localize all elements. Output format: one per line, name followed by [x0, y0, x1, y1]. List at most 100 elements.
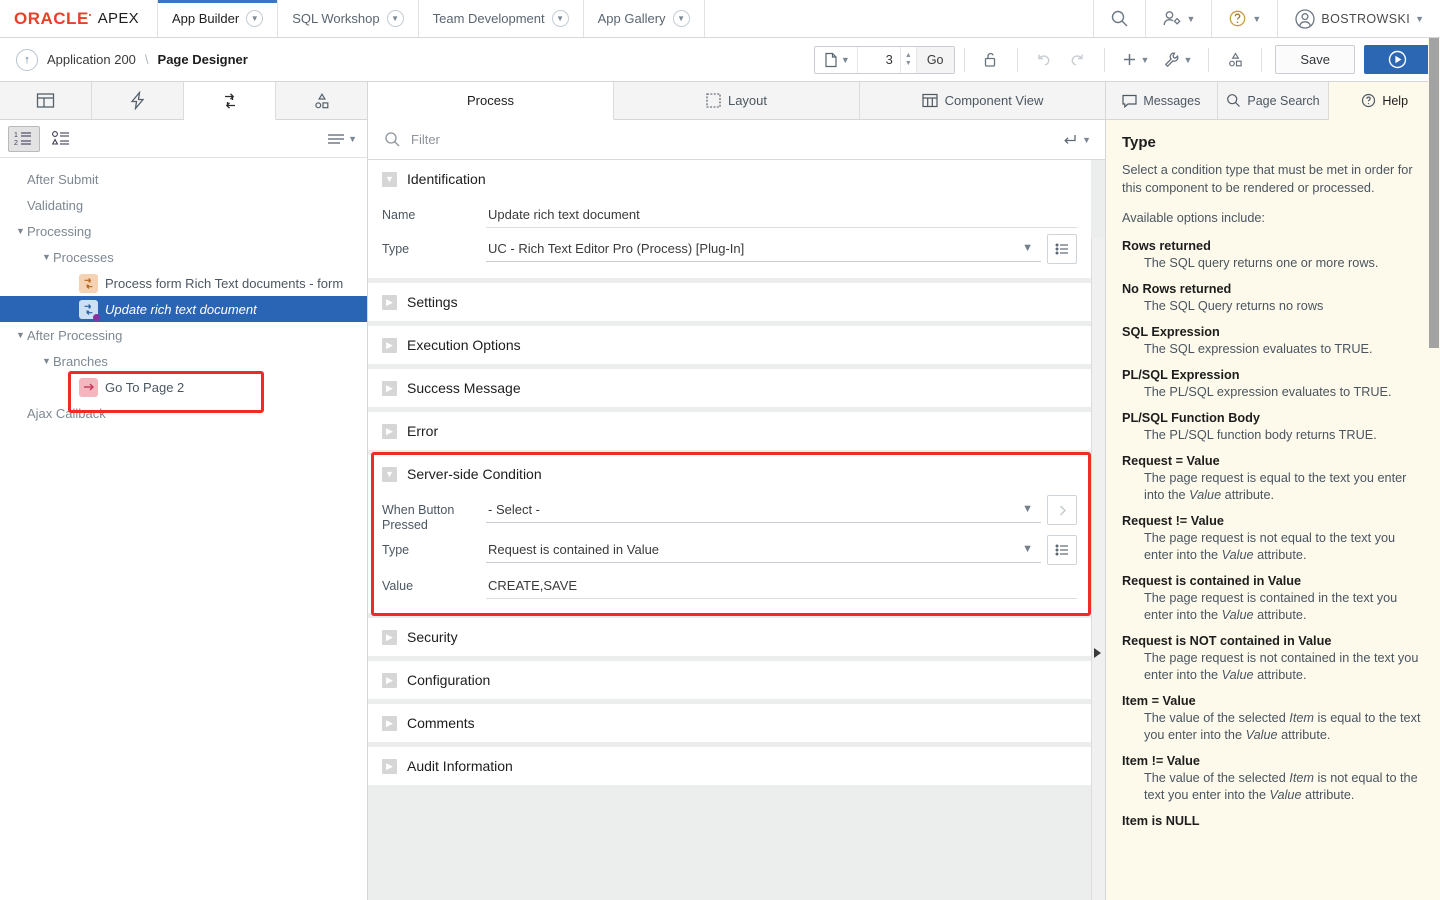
- tab-process[interactable]: Process: [368, 82, 614, 120]
- tree-item[interactable]: ▼Branches: [0, 348, 367, 374]
- property-input[interactable]: CREATE,SAVE: [486, 569, 1077, 599]
- save-button[interactable]: Save: [1275, 45, 1355, 74]
- nav-tab-team-development[interactable]: Team Development ▼: [419, 0, 584, 37]
- property-section-header[interactable]: ▶Comments: [368, 704, 1091, 742]
- user-menu[interactable]: BOSTROWSKI ▼: [1278, 0, 1440, 37]
- tree-item[interactable]: Validating: [0, 192, 367, 218]
- help-scrollbar[interactable]: [1428, 38, 1440, 900]
- chevron-right-icon[interactable]: ▶: [382, 424, 397, 439]
- go-button[interactable]: Go: [917, 47, 954, 73]
- breadcrumb-application[interactable]: Application 200: [47, 52, 136, 67]
- add-component-button[interactable]: ▼: [1114, 45, 1157, 75]
- property-input[interactable]: Update rich text document: [486, 198, 1077, 228]
- property-section-header[interactable]: ▶Security: [368, 618, 1091, 656]
- undo-button[interactable]: [1027, 45, 1061, 75]
- property-editor-scrollbar[interactable]: [1091, 238, 1105, 900]
- left-tab-page-shared-components[interactable]: [276, 82, 367, 119]
- page-number-stepper[interactable]: ▲ ▼: [900, 47, 917, 73]
- account-switch-button[interactable]: ▼: [1146, 0, 1213, 37]
- chevron-down-icon[interactable]: ▼: [14, 330, 27, 340]
- sort-by-sequence-button[interactable]: 1 2: [8, 126, 40, 152]
- tree-item[interactable]: ▼Processes: [0, 244, 367, 270]
- property-section-header[interactable]: ▶Execution Options: [368, 326, 1091, 364]
- chevron-down-icon[interactable]: ▼: [552, 10, 569, 27]
- tree-item[interactable]: Process form Rich Text documents - form: [0, 270, 367, 296]
- chevron-right-icon[interactable]: ▶: [382, 295, 397, 310]
- redo-button[interactable]: [1061, 45, 1095, 75]
- filter-input[interactable]: Filter: [411, 132, 440, 147]
- chevron-down-icon[interactable]: ▼: [246, 10, 263, 27]
- nav-tab-app-gallery[interactable]: App Gallery ▼: [584, 0, 705, 37]
- chevron-down-icon[interactable]: ▼: [1415, 14, 1424, 24]
- tree-item[interactable]: ▼Processing: [0, 218, 367, 244]
- chevron-right-icon[interactable]: ▶: [382, 630, 397, 645]
- left-tab-dynamic-actions[interactable]: [92, 82, 184, 119]
- property-select[interactable]: Request is contained in Value▼: [486, 533, 1041, 563]
- nav-tab-app-builder[interactable]: App Builder ▼: [158, 0, 278, 37]
- chevron-down-icon[interactable]: ▼: [14, 226, 27, 236]
- property-select[interactable]: - Select -▼: [486, 493, 1041, 523]
- left-tab-rendering[interactable]: [0, 82, 92, 119]
- property-section-header[interactable]: ▼Server-side Condition: [368, 455, 1091, 493]
- chevron-down-icon[interactable]: ▼: [1022, 543, 1039, 555]
- list-options-button[interactable]: ▼: [327, 132, 357, 146]
- chevron-down-icon[interactable]: ▼: [1082, 135, 1091, 145]
- chevron-down-icon[interactable]: ▼: [382, 467, 397, 482]
- chevron-down-icon[interactable]: ▼: [841, 55, 850, 65]
- property-section-header[interactable]: ▶Success Message: [368, 369, 1091, 407]
- tree-item[interactable]: Ajax Callback: [0, 400, 367, 426]
- chevron-down-icon[interactable]: ▼: [40, 356, 53, 366]
- list-icon[interactable]: [1047, 535, 1077, 565]
- chevron-down-icon[interactable]: ▼: [1022, 242, 1039, 254]
- run-page-button[interactable]: [1364, 45, 1430, 74]
- up-arrow-circle-icon[interactable]: ↑: [16, 49, 38, 71]
- tab-messages[interactable]: Messages: [1106, 82, 1218, 119]
- tree-item[interactable]: Update rich text document: [0, 296, 367, 322]
- property-section: ▼Server-side ConditionWhen Button Presse…: [368, 455, 1091, 613]
- sort-alphabetical-button[interactable]: [46, 126, 78, 152]
- chevron-down-icon[interactable]: ▼: [40, 252, 53, 262]
- chevron-down-icon[interactable]: ▼: [1187, 14, 1196, 24]
- page-icon-dropdown[interactable]: ▼: [815, 47, 858, 73]
- chevron-down-icon[interactable]: ▼: [1141, 55, 1150, 65]
- property-section-header[interactable]: ▼Identification: [368, 160, 1091, 198]
- tab-component-view[interactable]: Component View: [860, 82, 1105, 119]
- chevron-down-icon[interactable]: ▼: [348, 134, 357, 144]
- chevron-right-icon[interactable]: ▶: [382, 381, 397, 396]
- search-button[interactable]: [1094, 0, 1146, 37]
- nav-tab-sql-workshop[interactable]: SQL Workshop ▼: [278, 0, 418, 37]
- help-scrollbar-thumb[interactable]: [1429, 38, 1439, 348]
- property-section-header[interactable]: ▶Audit Information: [368, 747, 1091, 785]
- utilities-button[interactable]: ▼: [1156, 45, 1199, 75]
- page-number-input[interactable]: 3: [858, 52, 900, 67]
- chevron-down-icon[interactable]: ▼: [387, 10, 404, 27]
- left-tab-processing[interactable]: [184, 82, 276, 120]
- filter-reset-button[interactable]: ▼: [1062, 133, 1091, 147]
- chevron-right-icon[interactable]: ▶: [382, 673, 397, 688]
- chevron-right-icon[interactable]: ▶: [382, 338, 397, 353]
- tree-item[interactable]: After Submit: [0, 166, 367, 192]
- chevron-down-icon[interactable]: ▼: [1252, 14, 1261, 24]
- chevron-down-icon[interactable]: ▼: [1183, 55, 1192, 65]
- lock-button[interactable]: [974, 45, 1008, 75]
- spinner-down-icon[interactable]: ▼: [905, 60, 912, 68]
- chevron-right-icon[interactable]: ▶: [382, 759, 397, 774]
- help-button[interactable]: ▼: [1212, 0, 1278, 37]
- tab-layout[interactable]: Layout: [614, 82, 860, 119]
- property-section-header[interactable]: ▶Configuration: [368, 661, 1091, 699]
- chevron-down-icon[interactable]: ▼: [1022, 503, 1039, 515]
- chevron-down-icon[interactable]: ▼: [382, 172, 397, 187]
- property-select[interactable]: UC - Rich Text Editor Pro (Process) [Plu…: [486, 232, 1041, 262]
- tab-page-search[interactable]: Page Search: [1218, 82, 1330, 119]
- list-icon[interactable]: [1047, 234, 1077, 264]
- chevron-right-icon[interactable]: ▶: [382, 716, 397, 731]
- shared-components-button[interactable]: [1218, 45, 1252, 75]
- chevron-down-icon[interactable]: ▼: [673, 10, 690, 27]
- tree-item[interactable]: ▼After Processing: [0, 322, 367, 348]
- tree-item[interactable]: Go To Page 2: [0, 374, 367, 400]
- chevron-right-icon[interactable]: [1047, 495, 1077, 525]
- property-section-header[interactable]: ▶Error: [368, 412, 1091, 450]
- spinner-up-icon[interactable]: ▲: [905, 52, 912, 60]
- tab-help[interactable]: Help: [1329, 82, 1440, 120]
- property-section-header[interactable]: ▶Settings: [368, 283, 1091, 321]
